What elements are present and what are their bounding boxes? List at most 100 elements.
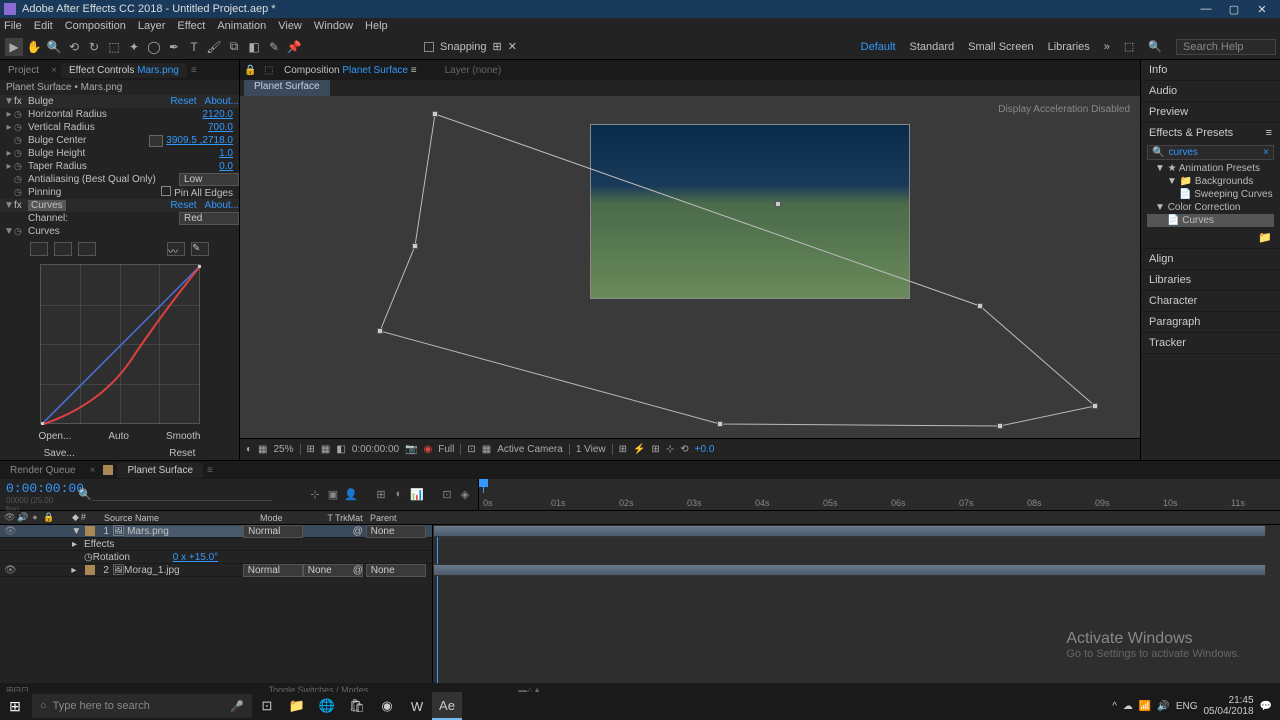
brainstorm-icon[interactable]: ⊡ xyxy=(440,488,454,502)
parent-dropdown[interactable]: None xyxy=(366,564,426,577)
timeline-ruler[interactable]: 0s01s02s03s04s05s06s07s08s09s10s11s12s xyxy=(478,479,1280,510)
curves-bezier-icon[interactable]: 〰 xyxy=(167,242,185,256)
layer-color-icon[interactable] xyxy=(85,565,95,575)
transparency-icon[interactable]: ▦ xyxy=(482,444,491,455)
roi-icon[interactable]: ⊡ xyxy=(467,444,475,455)
eye-icon[interactable]: 👁 xyxy=(4,526,14,537)
word-icon[interactable]: W xyxy=(402,692,432,720)
edge-icon[interactable]: 🌐 xyxy=(312,692,342,720)
selection-tool-icon[interactable]: ▶ xyxy=(5,38,23,56)
tray-lang[interactable]: ENG xyxy=(1176,701,1198,712)
stopwatch-icon[interactable]: ◷ xyxy=(14,109,26,120)
curves-mode1-icon[interactable] xyxy=(30,242,48,256)
project-tab[interactable]: Project xyxy=(0,63,47,78)
curves-open-button[interactable]: Open... xyxy=(39,431,72,442)
transform-handle[interactable] xyxy=(412,243,418,249)
magnification-dropdown[interactable]: 25% xyxy=(274,444,301,455)
menu-layer[interactable]: Layer xyxy=(138,20,166,32)
explorer-icon[interactable]: 📁 xyxy=(282,692,312,720)
curves-save-button[interactable]: Save... xyxy=(44,448,75,459)
curves-auto-button[interactable]: Auto xyxy=(108,431,129,442)
roto-tool-icon[interactable]: ✎ xyxy=(265,38,283,56)
orbit-tool-icon[interactable]: ⟲ xyxy=(65,38,83,56)
motion-blur-icon[interactable]: ◐ xyxy=(392,488,406,502)
camera-tool-icon[interactable]: ⬚ xyxy=(105,38,123,56)
timeline-comp-tab[interactable]: Planet Surface xyxy=(117,463,203,478)
effects-presets-header[interactable]: Effects & Presets≡ xyxy=(1141,123,1280,143)
task-view-icon[interactable]: ⊡ xyxy=(252,692,282,720)
new-bin-icon[interactable]: 📁 xyxy=(1258,232,1272,244)
pixel-aspect-icon[interactable]: ⊞ xyxy=(619,444,627,455)
tree-animation-presets[interactable]: ▼ ★ Animation Presets xyxy=(1147,162,1274,175)
cortana-mic-icon[interactable]: 🎤 xyxy=(230,700,244,713)
snap-opt-icon[interactable]: ⊞ xyxy=(493,40,502,53)
stopwatch-icon[interactable]: ◷ xyxy=(14,226,26,237)
taskbar-search[interactable]: ○ Type here to search🎤 xyxy=(32,694,252,718)
bulge-twirl-icon[interactable]: ▼ xyxy=(4,96,14,107)
current-timecode[interactable]: 0:00:00:00 xyxy=(6,481,66,496)
tree-backgrounds[interactable]: ▼ 📁 Backgrounds xyxy=(1147,175,1274,188)
panel-menu-icon[interactable]: ≡ xyxy=(203,465,217,476)
transform-handle[interactable] xyxy=(717,421,723,427)
cti-line[interactable] xyxy=(437,525,438,683)
mag-ratio-icon[interactable]: ▦ xyxy=(258,444,267,455)
tracker-panel-header[interactable]: Tracker xyxy=(1141,333,1280,353)
layer-bar-1[interactable] xyxy=(433,525,1266,537)
stopwatch-icon[interactable]: ◷ xyxy=(14,135,26,146)
comp-mini-flowchart-icon[interactable]: ⊹ xyxy=(308,488,322,502)
comp-flow-icon[interactable]: ⬚ xyxy=(264,65,276,76)
info-panel-header[interactable]: Info xyxy=(1141,60,1280,80)
transform-handle[interactable] xyxy=(977,303,983,309)
store-icon[interactable]: 🛍 xyxy=(342,692,372,720)
curves-sub-twirl-icon[interactable]: ▼ xyxy=(4,226,14,237)
mode-column[interactable]: Mode xyxy=(260,513,320,523)
curves-pencil-icon[interactable]: ✎ xyxy=(191,242,209,256)
maximize-button[interactable]: ▢ xyxy=(1220,3,1248,16)
views-dropdown[interactable]: 1 View xyxy=(576,444,613,455)
resolution-icon[interactable]: ⊞ xyxy=(307,444,315,455)
tray-onedrive-icon[interactable]: ☁ xyxy=(1123,701,1133,712)
workspace-default[interactable]: Default xyxy=(861,41,896,53)
effects-search-input[interactable]: 🔍 curves× xyxy=(1147,145,1274,160)
puppet-tool-icon[interactable]: 📌 xyxy=(285,38,303,56)
grid-icon[interactable]: ▦ xyxy=(321,444,330,455)
render-queue-tab[interactable]: Render Queue xyxy=(0,463,86,478)
bulge-center-value[interactable]: 3909.5 ,2718.0 xyxy=(166,135,239,146)
panel-menu-icon[interactable]: ≡ xyxy=(187,65,201,76)
pin-edges-checkbox[interactable] xyxy=(161,186,171,196)
action-center-icon[interactable]: 💬 xyxy=(1260,701,1272,712)
current-time[interactable]: 0:00:00:00 xyxy=(352,444,399,455)
stopwatch-icon[interactable]: ◷ xyxy=(14,161,26,172)
shape-tool-icon[interactable]: ◯ xyxy=(145,38,163,56)
search-icon[interactable]: 🔍 xyxy=(1148,40,1162,53)
stopwatch-icon[interactable]: ◷ xyxy=(14,148,26,159)
curves-smooth-button[interactable]: Smooth xyxy=(166,431,200,442)
menu-edit[interactable]: Edit xyxy=(34,20,53,32)
search-help-input[interactable]: Search Help xyxy=(1176,39,1276,55)
graph-editor-icon[interactable]: 📊 xyxy=(410,488,424,502)
chrome-icon[interactable]: ◉ xyxy=(372,692,402,720)
menu-composition[interactable]: Composition xyxy=(65,20,126,32)
stopwatch-icon[interactable]: ◷ xyxy=(14,187,26,198)
audio-col-icon[interactable]: 🔊 xyxy=(17,512,27,523)
label-col-icon[interactable]: ◆ xyxy=(72,512,79,523)
constrain-icon[interactable] xyxy=(149,135,163,147)
timeline-search-input[interactable] xyxy=(92,489,272,501)
blend-mode-dropdown[interactable]: Normal xyxy=(243,564,303,577)
blend-mode-dropdown[interactable]: Normal xyxy=(243,525,303,538)
parent-dropdown[interactable]: None xyxy=(366,525,426,538)
align-panel-header[interactable]: Align xyxy=(1141,249,1280,269)
layer-row-2[interactable]: 👁 ▸ 2 🖼 Morag_1.jpg Normal None @ None xyxy=(0,564,432,577)
timeline-icon[interactable]: ⊞ xyxy=(652,444,660,455)
stopwatch-icon[interactable]: ◷ xyxy=(84,552,93,563)
comp-inner-tab[interactable]: Planet Surface xyxy=(244,80,330,96)
comp-lock-icon[interactable]: 🔒 xyxy=(244,65,256,76)
tree-color-correction[interactable]: ▼ Color Correction xyxy=(1147,201,1274,214)
comp-tab-label[interactable]: Composition Planet Surface ≡ xyxy=(284,65,417,76)
draft-3d-icon[interactable]: ▣ xyxy=(326,488,340,502)
trkmat-column[interactable]: T TrkMat xyxy=(320,513,370,523)
menu-file[interactable]: File xyxy=(4,20,22,32)
exposure-value[interactable]: +0.0 xyxy=(695,444,715,455)
snapping-checkbox[interactable] xyxy=(424,42,434,52)
effect-curves-name[interactable]: Curves xyxy=(28,200,66,211)
